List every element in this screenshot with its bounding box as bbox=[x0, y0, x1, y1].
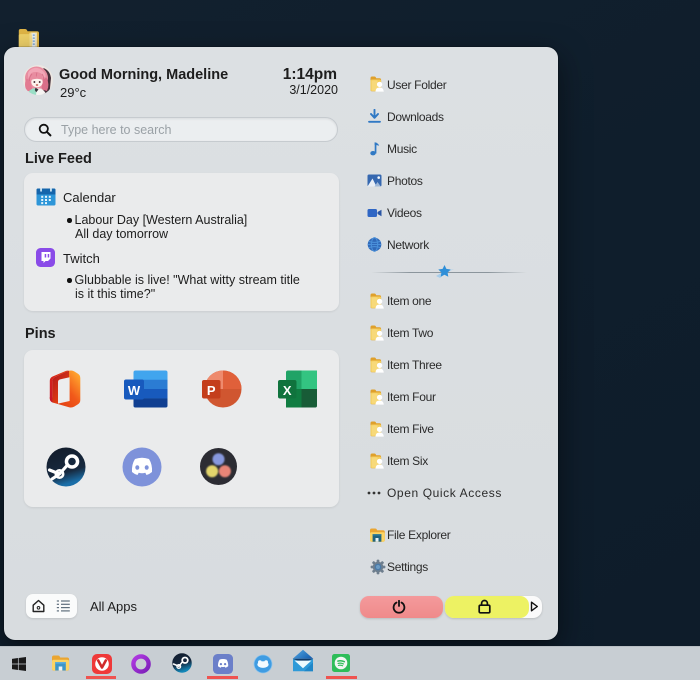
svg-text:P: P bbox=[207, 383, 216, 398]
svg-text:W: W bbox=[128, 383, 141, 398]
svg-text:X: X bbox=[283, 383, 292, 398]
